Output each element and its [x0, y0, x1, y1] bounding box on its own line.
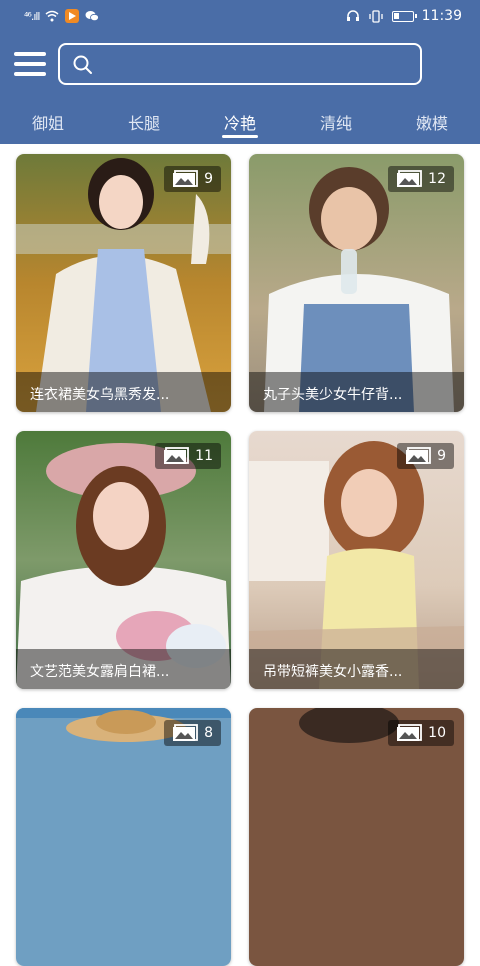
clock: 11:39	[421, 8, 462, 24]
search-input[interactable]	[58, 43, 422, 85]
tab-qingchun[interactable]: 清纯	[296, 106, 376, 142]
tab-changtui[interactable]: 长腿	[104, 106, 184, 142]
video-app-icon	[65, 9, 80, 23]
search-icon	[73, 55, 92, 74]
gallery-icon	[173, 170, 198, 187]
album-title: 丸子头美少女牛仔背...	[249, 372, 464, 412]
menu-icon[interactable]	[14, 52, 46, 76]
vibrate-icon	[368, 9, 383, 23]
gallery-icon	[397, 170, 423, 187]
wechat-icon	[85, 11, 100, 22]
gallery-icon	[397, 724, 423, 741]
album-card[interactable]: 9 吊带短裤美女小露香...	[249, 431, 464, 689]
gallery-icon	[164, 447, 190, 464]
album-card[interactable]: 12 丸子头美少女牛仔背...	[249, 154, 464, 412]
top-bar: 御姐 长腿 冷艳 清纯 嫩模	[0, 34, 480, 144]
album-title: 吊带短裤美女小露香...	[249, 649, 464, 689]
tab-lengyan[interactable]: 冷艳	[200, 106, 280, 142]
photo-count-badge: 9	[397, 443, 454, 469]
photo-count-badge: 9	[164, 166, 221, 192]
tab-yujie[interactable]: 御姐	[8, 106, 88, 142]
gallery-icon	[173, 724, 198, 741]
gallery-icon	[406, 447, 431, 464]
signal-icon: ⁴⁶.ıll	[24, 9, 41, 23]
photo-count-badge: 11	[155, 443, 221, 469]
album-card[interactable]: 9 连衣裙美女乌黑秀发...	[16, 154, 231, 412]
album-grid: 9 连衣裙美女乌黑秀发... 12 丸子头美少女牛仔背... 11 文艺范美女露…	[0, 144, 480, 966]
status-bar: ⁴⁶.ıll 11:39	[0, 0, 480, 34]
wifi-icon	[46, 10, 59, 22]
album-title: 连衣裙美女乌黑秀发...	[16, 372, 231, 412]
photo-count-badge: 10	[388, 720, 454, 746]
album-title: 文艺范美女露肩白裙...	[16, 649, 231, 689]
category-tabs: 御姐 长腿 冷艳 清纯 嫩模	[0, 106, 480, 142]
tab-nenmo[interactable]: 嫩模	[392, 106, 472, 142]
headset-icon	[346, 10, 359, 21]
photo-count-badge: 12	[388, 166, 454, 192]
battery-icon	[391, 10, 417, 22]
album-card[interactable]: 11 文艺范美女露肩白裙...	[16, 431, 231, 689]
photo-count-badge: 8	[164, 720, 221, 746]
